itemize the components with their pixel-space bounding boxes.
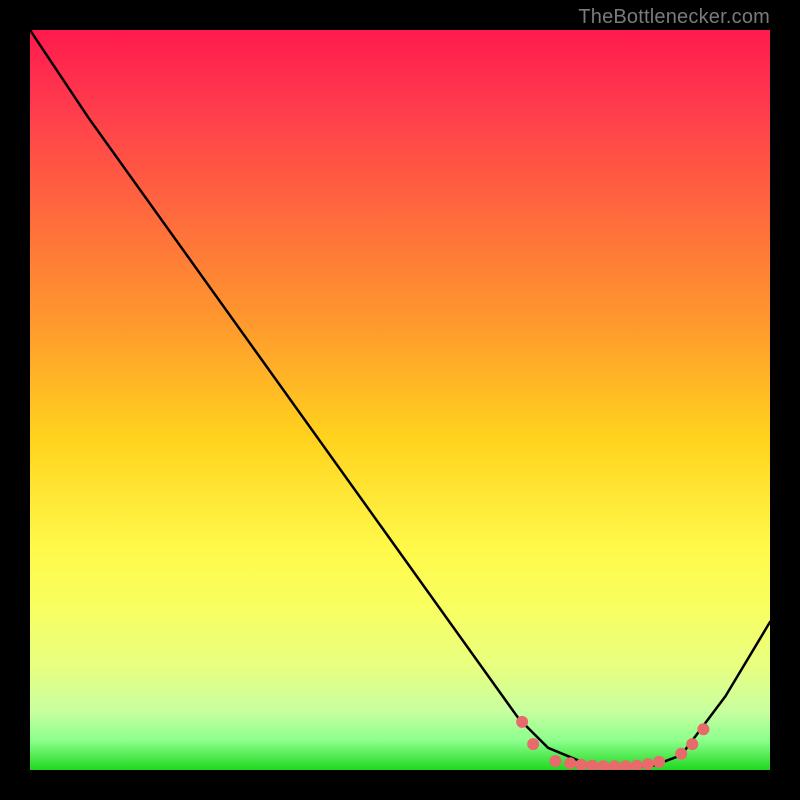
data-point <box>549 755 561 767</box>
data-point <box>609 760 621 770</box>
data-point <box>631 760 643 770</box>
data-point <box>564 757 576 769</box>
data-point <box>620 760 632 770</box>
data-point <box>642 758 654 770</box>
bottleneck-curve-chart <box>30 30 770 770</box>
data-point-markers <box>516 716 709 770</box>
data-point <box>697 723 709 735</box>
attribution-label: TheBottlenecker.com <box>578 6 770 29</box>
data-point <box>653 756 665 768</box>
data-point <box>675 748 687 760</box>
data-point <box>516 716 528 728</box>
data-point <box>586 760 598 770</box>
data-point <box>598 760 610 770</box>
bottleneck-curve <box>30 30 770 766</box>
data-point <box>686 738 698 750</box>
data-point <box>527 738 539 750</box>
